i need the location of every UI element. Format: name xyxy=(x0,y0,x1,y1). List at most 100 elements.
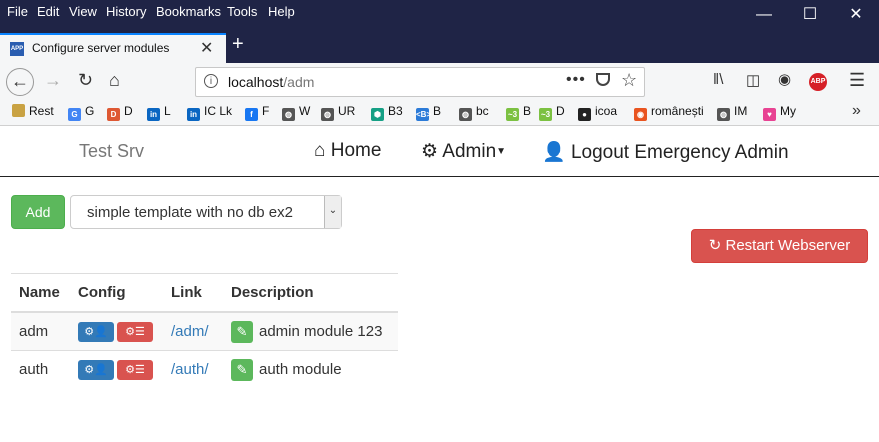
home-icon[interactable]: ⌂ xyxy=(109,70,120,91)
minimize-icon[interactable]: — xyxy=(741,0,787,33)
template-select[interactable]: simple template with no db ex2 ⌄ xyxy=(70,195,342,229)
bookmark-item[interactable]: ◍ W xyxy=(282,104,310,121)
hamburger-menu-icon[interactable]: ☰ xyxy=(849,70,865,91)
window-menubar: File Edit View History Bookmarks Tools H… xyxy=(0,0,879,33)
bookmark-item[interactable]: fF xyxy=(245,104,269,121)
bookmark-item[interactable]: Rest xyxy=(12,104,54,118)
bookmark-item[interactable]: <B> B xyxy=(416,104,441,121)
menu-file[interactable]: File xyxy=(7,4,28,19)
heart-icon: ♥ xyxy=(763,108,776,121)
modules-table: Name Config Link Description adm ⚙👤 ⚙☰ /a… xyxy=(11,273,398,388)
menu-bookmarks[interactable]: Bookmarks xyxy=(156,4,221,19)
table-header-row: Name Config Link Description xyxy=(11,273,398,313)
menu-view[interactable]: View xyxy=(69,4,97,19)
module-name: adm xyxy=(11,311,70,351)
bookmark-label: L xyxy=(164,104,171,118)
active-tab[interactable]: APP Configure server modules ✕ xyxy=(0,33,226,63)
table-row: auth ⚙👤 ⚙☰ /auth/ ✎ auth module xyxy=(11,350,398,388)
config-users-button[interactable]: ⚙👤 xyxy=(78,359,114,380)
header-config: Config xyxy=(70,273,163,313)
module-description: auth module xyxy=(259,360,342,378)
forward-icon[interactable]: → xyxy=(44,70,62,91)
ubuntu-icon: ◉ xyxy=(634,108,647,121)
nav-logout[interactable]: 👤 Logout Emergency Admin xyxy=(542,140,789,164)
bookmark-item[interactable]: ◍ UR xyxy=(321,104,355,121)
config-cell: ⚙👤 ⚙☰ xyxy=(70,350,163,388)
globe-icon: ◍ xyxy=(459,108,472,121)
new-tab-icon[interactable]: + xyxy=(232,33,244,56)
close-window-icon[interactable]: ✕ xyxy=(833,0,879,33)
bookmark-label: UR xyxy=(338,104,356,118)
add-button[interactable]: Add xyxy=(11,195,65,229)
module-link[interactable]: /auth/ xyxy=(171,361,209,378)
bookmark-label: icoa xyxy=(595,104,618,118)
caret-down-icon: ▼ xyxy=(496,146,507,157)
close-tab-icon[interactable]: ✕ xyxy=(200,38,213,58)
bookmark-item[interactable]: in L xyxy=(147,104,171,121)
bookmarks-overflow-icon[interactable]: » xyxy=(852,102,861,120)
edit-pencil-icon[interactable]: ✎ xyxy=(231,320,253,343)
home-icon: ⌂ xyxy=(314,140,326,161)
sync-account-icon[interactable]: ◉ xyxy=(778,70,791,88)
app-favicon-icon: APP xyxy=(10,42,24,56)
header-name: Name xyxy=(11,273,70,313)
bookmark-label: Rest xyxy=(29,104,54,118)
pocket-icon[interactable] xyxy=(596,73,610,86)
bookmark-item[interactable]: ♥ My xyxy=(763,104,796,121)
menu-edit[interactable]: Edit xyxy=(37,4,59,19)
library-icon[interactable]: ‖\ xyxy=(713,71,723,88)
adblock-icon[interactable]: ABP xyxy=(809,73,827,91)
bookmark-item[interactable]: GG xyxy=(68,104,94,121)
brand-link[interactable]: Test Srv xyxy=(79,141,144,162)
bookmark-item[interactable]: ● icoa xyxy=(578,104,617,121)
bookmark-item[interactable]: DD xyxy=(107,104,133,121)
menu-tools[interactable]: Tools xyxy=(227,4,257,19)
b-icon: <B> xyxy=(416,108,432,121)
menu-history[interactable]: History xyxy=(106,4,146,19)
back-icon[interactable]: ← xyxy=(6,68,34,96)
config-users-button[interactable]: ⚙👤 xyxy=(78,321,114,342)
bookmark-item[interactable]: ◍ bc xyxy=(459,104,489,121)
google-icon: G xyxy=(68,108,81,121)
github-icon: ● xyxy=(578,108,591,121)
nav-admin-dropdown[interactable]: ⚙ Admin▼ xyxy=(421,140,506,163)
config-settings-button[interactable]: ⚙☰ xyxy=(117,321,153,342)
table-row: adm ⚙👤 ⚙☰ /adm/ ✎ admin module 123 xyxy=(11,311,398,351)
globe-icon: ◍ xyxy=(282,108,295,121)
page-actions-icon[interactable]: ••• xyxy=(566,71,586,89)
bookmark-item[interactable]: ~3 B xyxy=(506,104,531,121)
config-cell: ⚙👤 ⚙☰ xyxy=(70,311,163,351)
bookmark-item[interactable]: ◉ românești xyxy=(634,104,704,121)
bookmark-label: D xyxy=(124,104,133,118)
linkedin-icon: in xyxy=(187,108,200,121)
header-description: Description xyxy=(223,273,398,313)
url-text[interactable]: localhost/adm xyxy=(228,74,314,90)
config-settings-button[interactable]: ⚙☰ xyxy=(117,359,153,380)
maximize-icon[interactable]: ☐ xyxy=(787,0,833,33)
bookmark-label: My xyxy=(780,104,796,118)
menu-help[interactable]: Help xyxy=(268,4,295,19)
bookmark-label: D xyxy=(556,104,565,118)
bookmark-item[interactable]: ◍ IM xyxy=(717,104,747,121)
sidebar-icon[interactable]: ◫ xyxy=(746,71,760,89)
tab-title: Configure server modules xyxy=(32,41,170,55)
bookmark-label: B xyxy=(433,104,442,118)
bookmark-star-icon[interactable]: ☆ xyxy=(621,70,637,91)
bookmark-item[interactable]: ~3 D xyxy=(539,104,565,121)
module-name: auth xyxy=(11,350,70,388)
bookmark-label: G xyxy=(85,104,95,118)
b3-icon: ⬢ xyxy=(371,108,384,121)
chevron-down-icon: ⌄ xyxy=(324,196,341,228)
restart-webserver-button[interactable]: ↻ Restart Webserver xyxy=(691,229,868,263)
bookmark-item[interactable]: ⬢ B3 xyxy=(371,104,403,121)
site-info-icon[interactable]: i xyxy=(204,74,218,88)
module-link-cell: /adm/ xyxy=(163,311,223,351)
edit-pencil-icon[interactable]: ✎ xyxy=(231,358,253,381)
module-link[interactable]: /adm/ xyxy=(171,323,209,340)
description-cell: ✎ admin module 123 xyxy=(223,311,398,351)
bookmark-label: F xyxy=(262,104,270,118)
bookmark-item[interactable]: in IC Lk xyxy=(187,104,232,121)
reload-icon[interactable]: ↻ xyxy=(78,70,93,91)
url-bar[interactable]: i localhost/adm ••• ☆ xyxy=(195,67,645,97)
nav-home[interactable]: ⌂ Home xyxy=(314,140,381,162)
